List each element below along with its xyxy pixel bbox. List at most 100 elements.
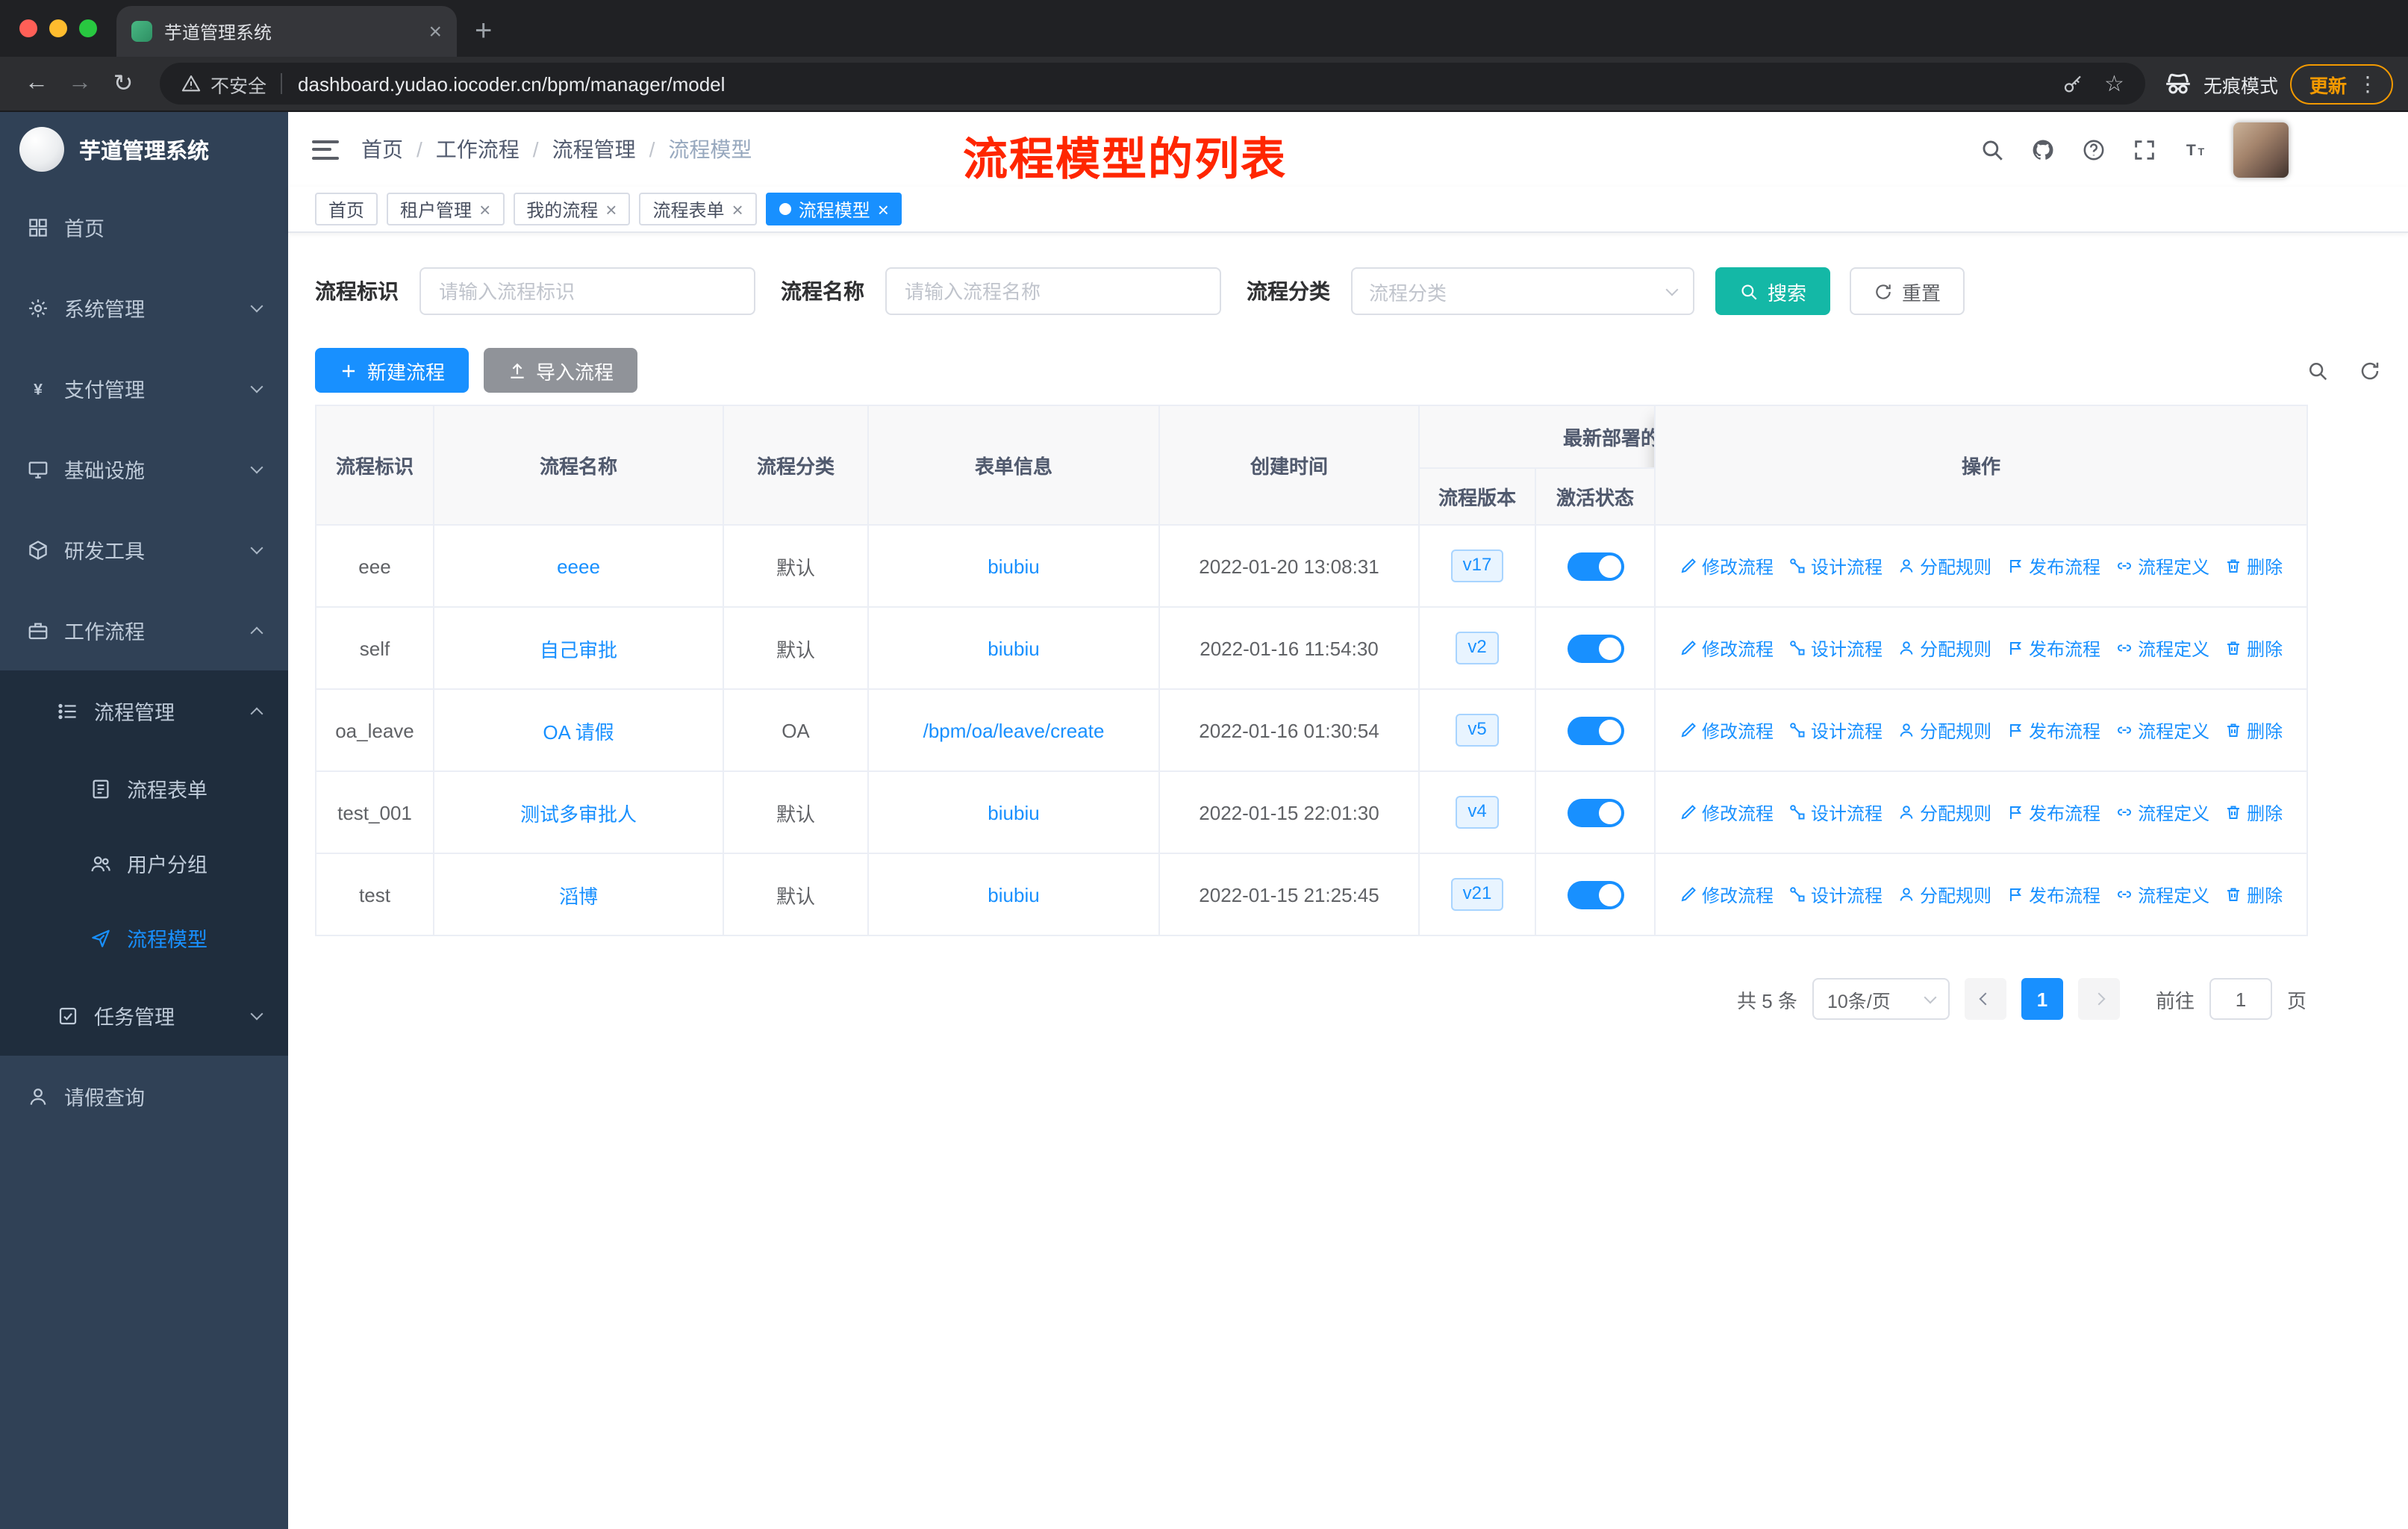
tag-home[interactable]: 首页 xyxy=(315,193,378,225)
form-info-link[interactable]: biubiu xyxy=(867,853,1160,936)
refresh-table-icon[interactable] xyxy=(2359,359,2381,382)
sidebar-item-process-manage[interactable]: 流程管理 xyxy=(0,670,288,751)
sub-column-header[interactable]: 激活状态 xyxy=(1534,467,1656,526)
process-name-link[interactable]: 滔博 xyxy=(433,853,724,936)
active-toggle[interactable] xyxy=(1567,880,1623,909)
column-header[interactable]: 流程标识 xyxy=(315,405,434,526)
sidebar-item-infrastructure[interactable]: 基础设施 xyxy=(0,429,288,509)
tag-close-icon[interactable]: × xyxy=(732,199,743,219)
action-edit[interactable]: 修改流程 xyxy=(1679,717,1774,743)
action-assign[interactable]: 分配规则 xyxy=(1897,635,1991,661)
sidebar-item-task-manage[interactable]: 任务管理 xyxy=(0,975,288,1056)
address-bar[interactable]: 不安全 dashboard.yudao.iocoder.cn/bpm/manag… xyxy=(160,63,2145,105)
browser-tab[interactable]: 芋道管理系统 × xyxy=(116,6,457,57)
sub-column-header[interactable]: 流程版本 xyxy=(1418,467,1536,526)
action-definition[interactable]: 流程定义 xyxy=(2115,800,2209,825)
github-icon[interactable] xyxy=(2030,137,2056,162)
url-text[interactable]: dashboard.yudao.iocoder.cn/bpm/manager/m… xyxy=(298,72,725,95)
action-design[interactable]: 设计流程 xyxy=(1788,553,1883,579)
tab-close-icon[interactable]: × xyxy=(428,19,442,44)
action-design[interactable]: 设计流程 xyxy=(1788,717,1883,743)
new-tab-button[interactable]: + xyxy=(475,15,492,49)
form-info-link[interactable]: biubiu xyxy=(867,606,1160,690)
process-name-link[interactable]: 测试多审批人 xyxy=(433,770,724,854)
action-deploy[interactable]: 发布流程 xyxy=(2006,717,2100,743)
action-design[interactable]: 设计流程 xyxy=(1788,635,1883,661)
process-name-link[interactable]: OA 请假 xyxy=(433,688,724,772)
action-definition[interactable]: 流程定义 xyxy=(2115,882,2209,907)
action-edit[interactable]: 修改流程 xyxy=(1679,882,1774,907)
sidebar-item-leave-query[interactable]: 请假查询 xyxy=(0,1056,288,1136)
action-assign[interactable]: 分配规则 xyxy=(1897,717,1991,743)
page-size-select[interactable]: 10条/页 xyxy=(1812,978,1950,1020)
fullscreen-icon[interactable] xyxy=(2132,137,2157,162)
create-process-button[interactable]: 新建流程 xyxy=(315,348,470,393)
tag-close-icon[interactable]: × xyxy=(878,199,889,219)
breadcrumb-item[interactable]: 工作流程 xyxy=(436,134,520,164)
back-button[interactable]: ← xyxy=(15,70,58,97)
process-key-input[interactable] xyxy=(419,267,755,315)
sidebar-item-payment-manage[interactable]: 支付管理 xyxy=(0,348,288,429)
import-process-button[interactable]: 导入流程 xyxy=(484,348,638,393)
window-close-button[interactable] xyxy=(19,19,37,37)
action-delete[interactable]: 删除 xyxy=(2224,800,2283,825)
form-info-link[interactable]: biubiu xyxy=(867,770,1160,854)
active-toggle[interactable] xyxy=(1567,798,1623,826)
breadcrumb-item[interactable]: 首页 xyxy=(361,134,403,164)
action-assign[interactable]: 分配规则 xyxy=(1897,882,1991,907)
action-design[interactable]: 设计流程 xyxy=(1788,882,1883,907)
sidebar-item-dev-tools[interactable]: 研发工具 xyxy=(0,509,288,590)
action-definition[interactable]: 流程定义 xyxy=(2115,553,2209,579)
sidebar-item-workflow[interactable]: 工作流程 xyxy=(0,590,288,670)
page-number-button[interactable]: 1 xyxy=(2021,978,2063,1020)
active-toggle[interactable] xyxy=(1567,716,1623,744)
process-name-link[interactable]: eeee xyxy=(433,524,724,608)
action-definition[interactable]: 流程定义 xyxy=(2115,635,2209,661)
tag-tenant-manage[interactable]: 租户管理 × xyxy=(387,193,505,225)
sidebar-item-system-manage[interactable]: 系统管理 xyxy=(0,267,288,348)
tag-close-icon[interactable]: × xyxy=(479,199,490,219)
action-design[interactable]: 设计流程 xyxy=(1788,800,1883,825)
action-deploy[interactable]: 发布流程 xyxy=(2006,635,2100,661)
not-secure-label[interactable]: 不安全 xyxy=(210,69,266,98)
active-toggle[interactable] xyxy=(1567,552,1623,580)
form-info-link[interactable]: biubiu xyxy=(867,524,1160,608)
goto-page-input[interactable] xyxy=(2209,978,2272,1020)
tag-my-process[interactable]: 我的流程 × xyxy=(513,193,631,225)
action-delete[interactable]: 删除 xyxy=(2224,717,2283,743)
sidebar-item-user-group[interactable]: 用户分组 xyxy=(0,826,288,900)
column-header[interactable]: 创建时间 xyxy=(1158,405,1420,526)
action-deploy[interactable]: 发布流程 xyxy=(2006,553,2100,579)
sidebar-item-process-form[interactable]: 流程表单 xyxy=(0,751,288,826)
action-edit[interactable]: 修改流程 xyxy=(1679,553,1774,579)
action-edit[interactable]: 修改流程 xyxy=(1679,635,1774,661)
column-header[interactable]: 流程名称 xyxy=(433,405,724,526)
help-question-icon[interactable] xyxy=(2081,137,2106,162)
prev-page-button[interactable] xyxy=(1964,978,2006,1020)
tag-process-form[interactable]: 流程表单 × xyxy=(639,193,757,225)
user-avatar[interactable] xyxy=(2233,122,2289,177)
forward-button[interactable]: → xyxy=(58,70,102,97)
bookmark-star-icon[interactable]: ☆ xyxy=(2104,70,2124,97)
process-name-link[interactable]: 自己审批 xyxy=(433,606,724,690)
breadcrumb-item[interactable]: 流程管理 xyxy=(552,134,636,164)
action-deploy[interactable]: 发布流程 xyxy=(2006,800,2100,825)
form-info-link[interactable]: /bpm/oa/leave/create xyxy=(867,688,1160,772)
column-header[interactable]: 表单信息 xyxy=(867,405,1160,526)
app-logo[interactable]: 芋道管理系统 xyxy=(0,112,288,187)
reset-button[interactable]: 重置 xyxy=(1850,267,1965,315)
action-definition[interactable]: 流程定义 xyxy=(2115,717,2209,743)
sidebar-item-process-model[interactable]: 流程模型 xyxy=(0,900,288,975)
action-delete[interactable]: 删除 xyxy=(2224,553,2283,579)
process-name-input[interactable] xyxy=(885,267,1221,315)
update-button[interactable]: 更新 ⋮ xyxy=(2289,63,2393,104)
action-deploy[interactable]: 发布流程 xyxy=(2006,882,2100,907)
tag-process-model[interactable]: 流程模型 × xyxy=(765,193,902,225)
category-select[interactable]: 流程分类 xyxy=(1351,267,1694,315)
next-page-button[interactable] xyxy=(2077,978,2120,1020)
reload-button[interactable]: ↻ xyxy=(102,69,145,99)
action-assign[interactable]: 分配规则 xyxy=(1897,800,1991,825)
column-header[interactable]: 流程分类 xyxy=(723,405,869,526)
font-size-icon[interactable] xyxy=(2183,137,2208,162)
search-button[interactable]: 搜索 xyxy=(1715,267,1831,315)
